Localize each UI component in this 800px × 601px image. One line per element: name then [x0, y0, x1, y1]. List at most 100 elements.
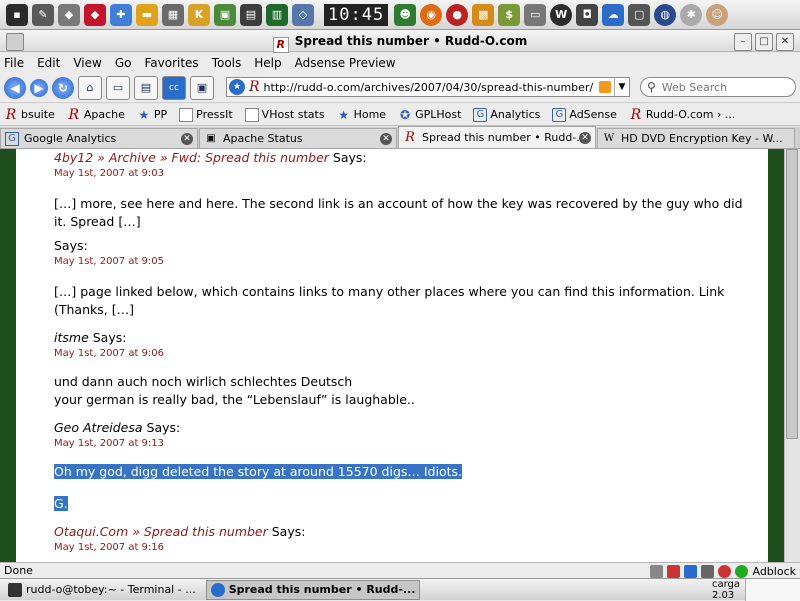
screen-button[interactable]: ▭	[106, 75, 130, 100]
menu-adsense-preview[interactable]: Adsense Preview	[295, 56, 396, 70]
load-label: carga	[712, 579, 741, 590]
taskbar-item-terminal[interactable]: rudd-o@tobey:~ - Terminal - ...	[4, 581, 200, 599]
menu-tools[interactable]: Tools	[212, 56, 242, 70]
close-tab-icon[interactable]: ✕	[579, 131, 591, 144]
address-bar[interactable]: ★ R ▼	[226, 77, 630, 97]
bookmark-home[interactable]: ★ Home	[337, 108, 386, 122]
forward-button[interactable]: ▶	[30, 78, 48, 97]
new-window-button[interactable]: ▣	[190, 75, 214, 100]
minimize-button[interactable]: –	[734, 33, 752, 51]
bookmark-apache[interactable]: R Apache	[67, 107, 125, 123]
bookmark-pressit[interactable]: PressIt	[179, 107, 233, 122]
extension-icon[interactable]	[650, 565, 664, 578]
comment-date[interactable]: May 1st, 2007 at 9:13	[54, 437, 754, 451]
taskbar-item-browser[interactable]: Spread this number • Rudd-...	[205, 579, 421, 600]
tab-spread-this-number[interactable]: R Spread this number • Rudd-... ✕	[398, 126, 596, 148]
system-icon[interactable]: ◆	[58, 3, 80, 26]
forward-arrow-icon: ▶	[34, 80, 44, 95]
bookmark-adsense[interactable]: G AdSense	[552, 107, 617, 122]
network-monitor-icon[interactable]: ◇	[292, 3, 314, 26]
money-icon[interactable]: $	[498, 3, 521, 26]
scanner-icon[interactable]: ▭	[524, 3, 547, 26]
comment-date[interactable]: May 1st, 2007 at 9:06	[54, 347, 754, 361]
bookmark-rudd-o[interactable]: R Rudd-O.com › ...	[629, 107, 736, 123]
window-title-bar[interactable]: R Spread this number • Rudd-O.com – □ ✕	[0, 30, 800, 53]
rss-feed-icon[interactable]	[599, 81, 611, 93]
url-input[interactable]	[263, 80, 599, 94]
terminal-icon[interactable]: ▪	[6, 3, 28, 26]
home-icon: ⌂	[86, 81, 94, 94]
window-menu-icon[interactable]	[6, 33, 24, 51]
stop-icon[interactable]	[718, 565, 732, 578]
bookmark-pp[interactable]: ★ PP	[137, 108, 167, 122]
comment-author: itsme	[54, 330, 89, 345]
menu-edit[interactable]: Edit	[37, 56, 60, 70]
comment-date[interactable]: May 1st, 2007 at 9:16	[54, 541, 754, 555]
wikipedia-icon: W	[603, 133, 615, 144]
back-button[interactable]: ◀	[4, 76, 26, 99]
taskbar-label: Spread this number • Rudd-...	[228, 583, 416, 596]
extension-icon[interactable]	[701, 565, 715, 578]
tools-icon[interactable]: ✎	[32, 3, 54, 26]
shutdown-icon[interactable]: ●	[446, 3, 469, 26]
bookmark-bsuite[interactable]: Rbsuite	[4, 107, 55, 123]
menu-file[interactable]: File	[4, 56, 24, 70]
monitor-icon[interactable]: ▢	[628, 3, 651, 26]
home-button[interactable]: ⌂	[78, 75, 102, 100]
maximize-button[interactable]: □	[755, 33, 773, 51]
adblock-label[interactable]: Adblock	[752, 564, 796, 579]
comment-date[interactable]: May 1st, 2007 at 9:05	[54, 255, 754, 269]
globe-icon[interactable]: ◍	[654, 3, 677, 26]
extension-icon[interactable]	[667, 565, 681, 578]
comment-author-link[interactable]: Otaqui.Com » Spread this number	[54, 524, 268, 539]
wordpress-icon[interactable]: W	[550, 3, 573, 26]
bookmark-star-icon[interactable]: ★	[229, 79, 245, 95]
site-favicon-icon: R	[272, 37, 289, 53]
save-icon[interactable]: ▤	[240, 3, 262, 26]
close-tab-icon[interactable]: ✕	[181, 132, 193, 145]
image-icon[interactable]: ▣	[214, 3, 236, 26]
kate-icon[interactable]: K	[188, 3, 210, 26]
dictionary-icon[interactable]: ▥	[266, 3, 288, 26]
comment: Says: May 1st, 2007 at 9:05 […] page lin…	[54, 237, 754, 319]
comment-date[interactable]: May 1st, 2007 at 9:03	[54, 167, 754, 181]
tab-hd-dvd-key[interactable]: W HD DVD Encryption Key - W...	[597, 128, 795, 148]
menu-go[interactable]: Go	[115, 56, 132, 70]
toolbox-icon[interactable]: ▩	[472, 3, 495, 26]
bookmark-vhost-stats[interactable]: VHost stats	[244, 107, 325, 122]
vertical-scrollbar[interactable]	[784, 149, 800, 562]
history-button[interactable]: ▤	[134, 75, 158, 100]
bookmark-gplhost[interactable]: ✪ GPLHost	[398, 108, 461, 122]
reload-button[interactable]: ↻	[52, 76, 74, 99]
star-icon: ★	[138, 107, 150, 122]
close-tab-icon[interactable]: ✕	[380, 132, 392, 145]
user-avatar-icon[interactable]: ☺	[706, 3, 729, 26]
ruby-icon[interactable]: ◆	[84, 3, 106, 26]
ok-icon[interactable]	[735, 565, 749, 578]
camera-icon[interactable]: ◘	[576, 3, 599, 26]
panel-clock[interactable]: 10:45	[324, 3, 389, 26]
weather-icon[interactable]: ☁	[602, 3, 625, 26]
folder-icon[interactable]: ▬	[136, 3, 158, 26]
firefox-icon[interactable]: ◉	[420, 3, 443, 26]
calculator-icon[interactable]: ▦	[162, 3, 184, 26]
close-window-button[interactable]: ✕	[776, 33, 794, 51]
page-viewport: 4by12 » Archive » Fwd: Spread this numbe…	[0, 149, 800, 562]
bookmark-analytics[interactable]: G Analytics	[473, 107, 540, 122]
tab-apache-status[interactable]: ▣ Apache Status ✕	[199, 128, 397, 148]
scrollbar-thumb[interactable]	[786, 149, 798, 439]
menu-view[interactable]: View	[73, 56, 101, 70]
cc-icon[interactable]	[684, 565, 698, 578]
kde-logo-icon[interactable]: ✱	[680, 3, 703, 26]
comment-author-link[interactable]: 4by12 » Archive » Fwd: Spread this numbe…	[54, 150, 329, 165]
network-icon[interactable]: ✚	[110, 3, 132, 26]
messenger-icon[interactable]: ☻	[394, 3, 417, 26]
menu-favorites[interactable]: Favorites	[144, 56, 198, 70]
creative-commons-button[interactable]: cc	[162, 75, 186, 100]
tab-google-analytics[interactable]: G Google Analytics ✕	[0, 128, 198, 148]
comment: Geo Atreidesa Says: May 1st, 2007 at 9:1…	[54, 419, 754, 513]
search-input[interactable]	[659, 79, 784, 95]
web-search-box[interactable]: ⚲	[640, 77, 796, 97]
url-dropdown-button[interactable]: ▼	[614, 78, 629, 96]
menu-help[interactable]: Help	[254, 56, 281, 70]
